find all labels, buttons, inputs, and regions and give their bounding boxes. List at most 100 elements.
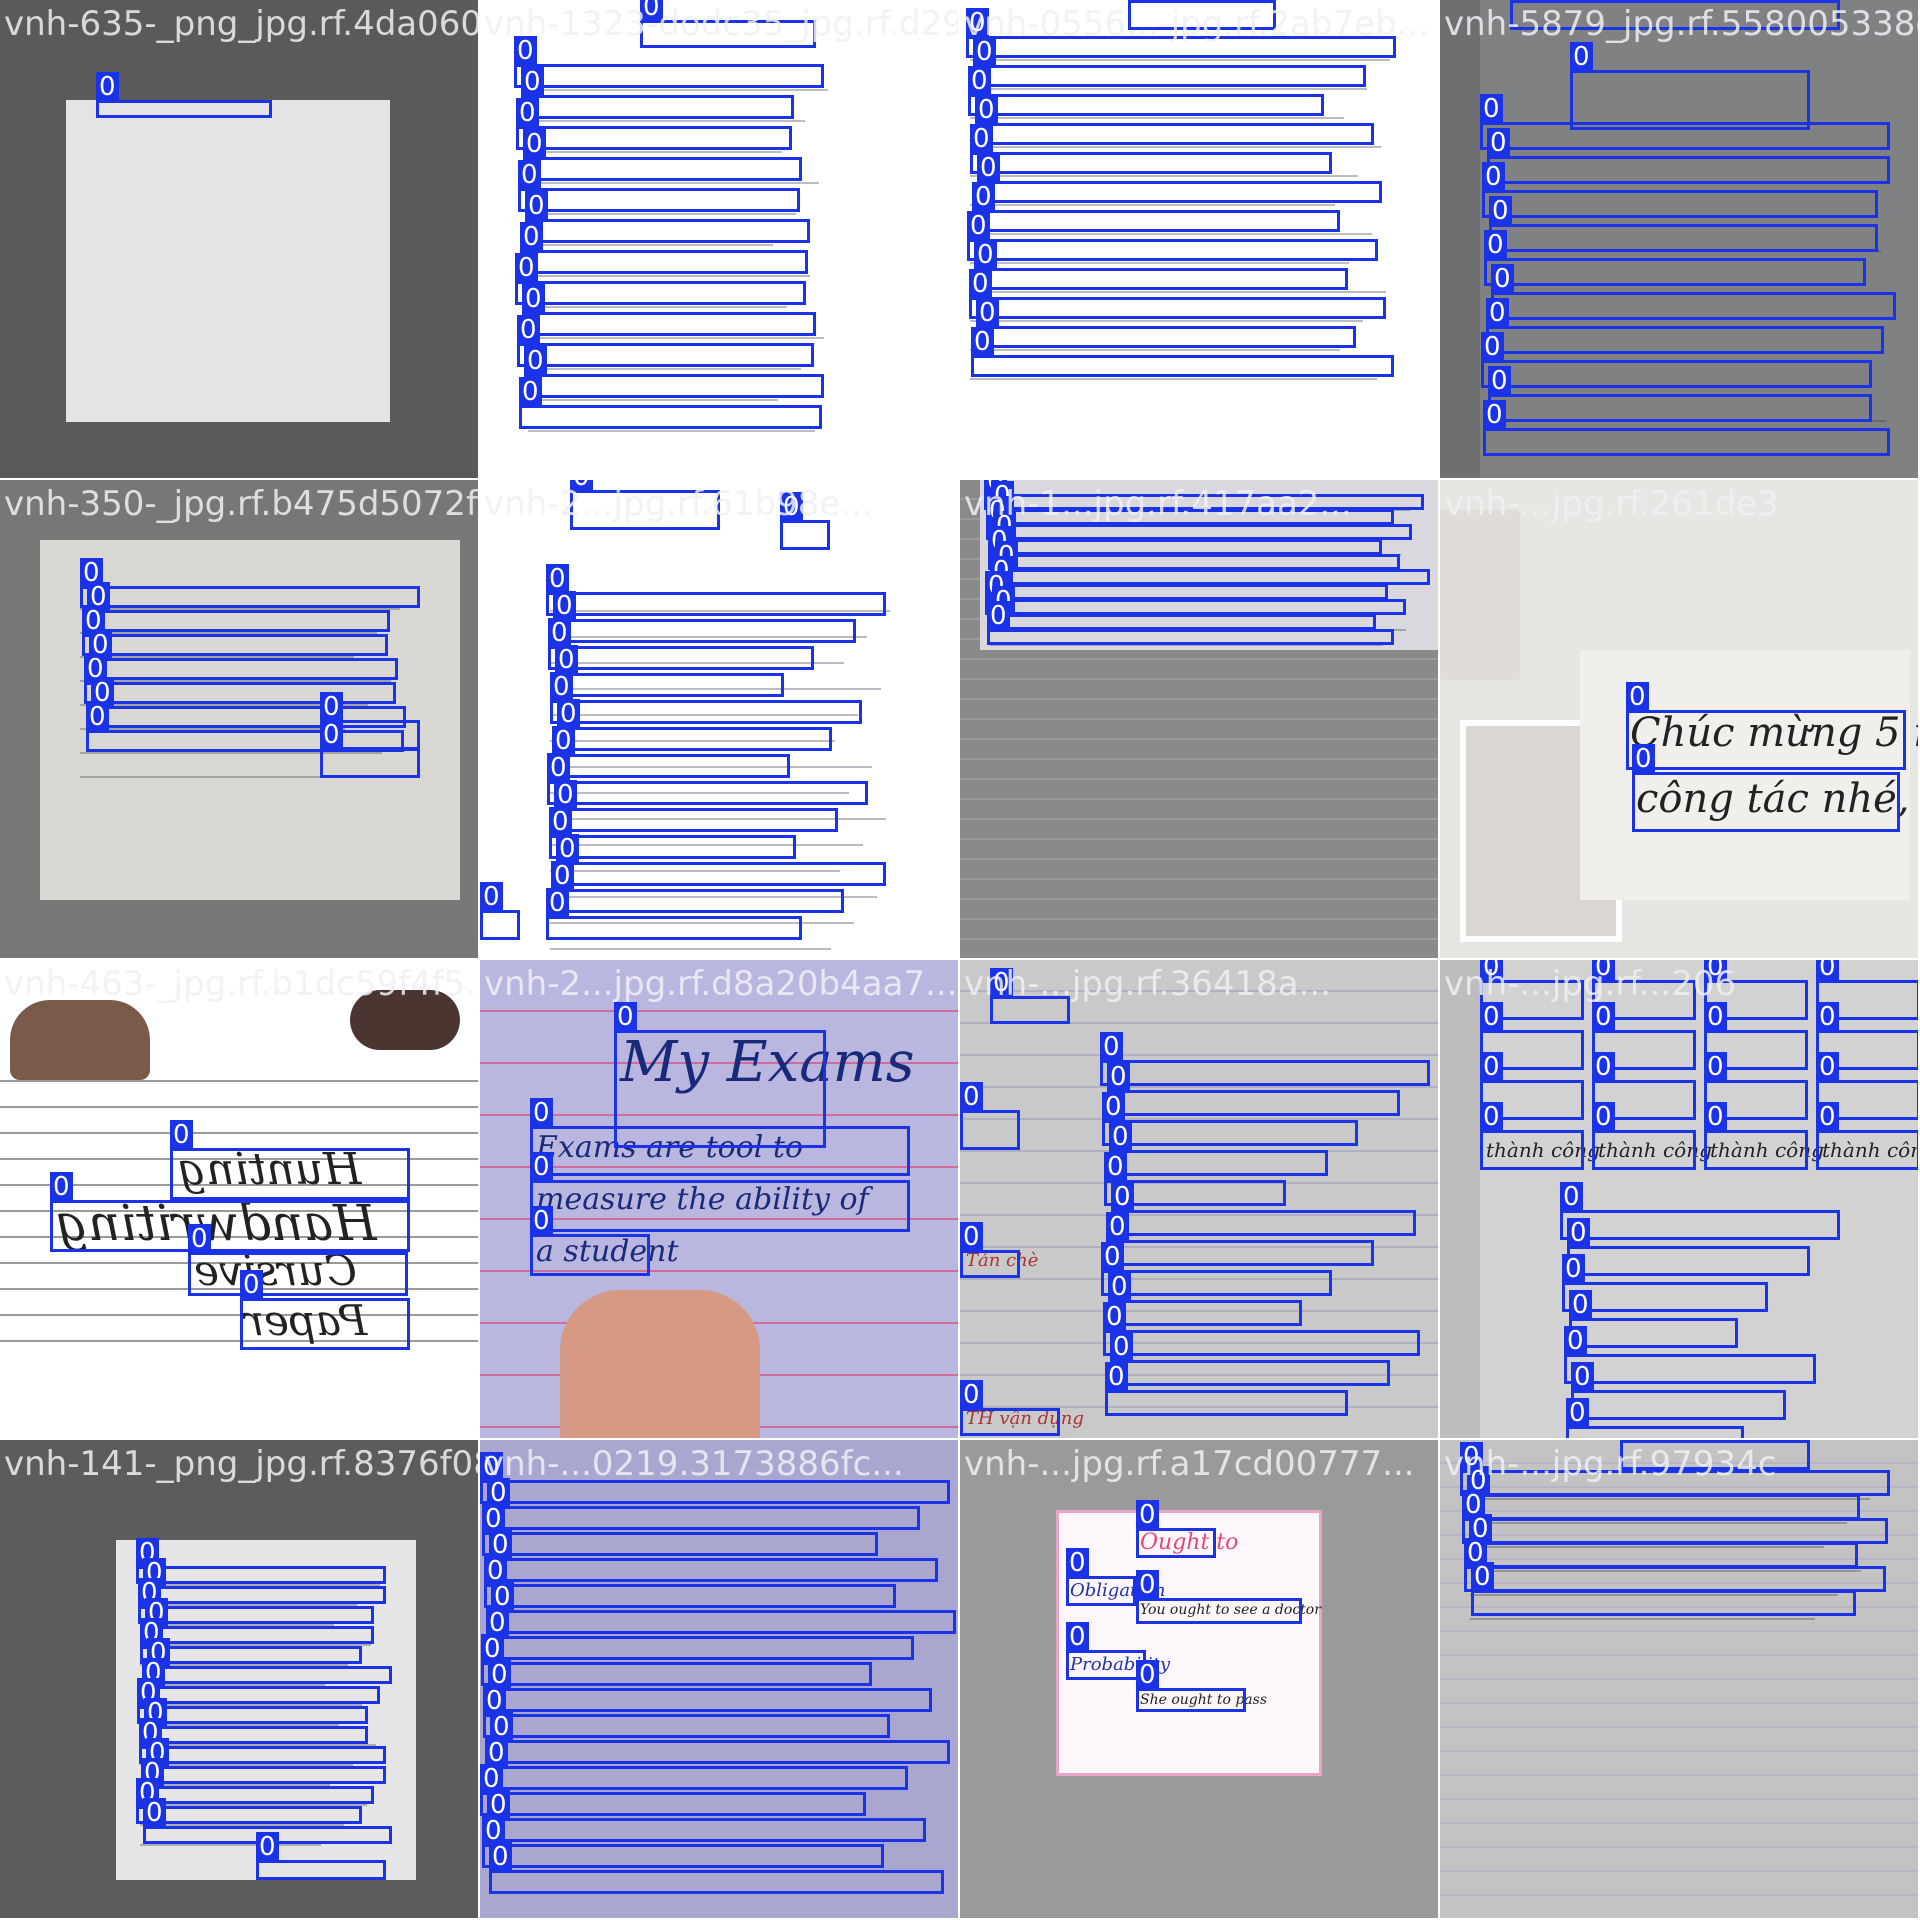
class-label: 0 <box>547 753 570 783</box>
bounding-box <box>546 592 886 616</box>
bounding-box <box>142 1686 380 1704</box>
class-label: 0 <box>1484 230 1507 260</box>
bounding-box <box>1111 1210 1416 1236</box>
bounding-box <box>1103 1330 1420 1356</box>
tile-filename: vnh-...jpg.rf...206 <box>1444 964 1737 1004</box>
class-label: 0 <box>1108 1272 1131 1302</box>
bounding-box <box>552 754 790 778</box>
bounding-box <box>1567 1246 1810 1276</box>
bounding-box <box>170 1148 410 1200</box>
sample-tile: vnh-...0219.3173886fc... 0 0 0 0 0 0 0 0 0 0 0 0 0 0 0 0 <box>480 1440 958 1918</box>
class-label: 0 <box>1110 1332 1133 1362</box>
bounding-box <box>487 1506 920 1530</box>
class-label: 0 <box>553 591 576 621</box>
bounding-box <box>988 554 1400 570</box>
bounding-box <box>975 123 1374 145</box>
bounding-box <box>548 646 814 670</box>
class-label: 0 <box>969 269 992 299</box>
class-label: 0 <box>530 1206 553 1236</box>
tile-filename: vnh-1...jpg.rf.417aa2... <box>964 484 1352 524</box>
bounding-box <box>1109 1150 1328 1176</box>
tile-filename: vnh-...jpg.rf.36418a... <box>964 964 1332 1004</box>
bounding-box <box>1570 70 1810 130</box>
class-label: 0 <box>50 1172 73 1202</box>
class-label: 0 <box>1571 1362 1594 1392</box>
bounding-box <box>1108 1300 1302 1326</box>
sample-tile: vnh-0556...-jpg.rf.2ab7eb... 0 0 0 0 0 0 0 0 0 0 0 0… <box>960 0 1438 478</box>
class-label: 0 <box>555 645 578 675</box>
tile-filename: vnh-...jpg.rf.a17cd00777... <box>964 1444 1415 1484</box>
bounding-box <box>487 1818 926 1842</box>
bounding-box <box>969 297 1386 319</box>
tile-filename: vnh-463-_jpg.rf.b1dc59f4f5... <box>4 964 478 1004</box>
bounding-box <box>520 250 808 274</box>
class-label: 0 <box>557 699 580 729</box>
bounding-box <box>1626 710 1906 770</box>
bounding-box <box>1480 122 1890 150</box>
bounding-box <box>140 1646 362 1664</box>
bounding-box <box>960 1250 1020 1278</box>
bounding-box <box>1482 190 1878 218</box>
class-label: 0 <box>515 253 538 283</box>
class-label: 0 <box>519 377 542 407</box>
bounding-box <box>1101 1270 1332 1296</box>
bounding-box <box>141 1786 374 1804</box>
class-label: 0 <box>1488 366 1511 396</box>
bounding-box <box>486 1636 914 1660</box>
bounding-box <box>480 910 520 940</box>
bounding-box <box>82 634 388 656</box>
class-label: 0 <box>1816 1002 1839 1032</box>
class-label: 0 <box>1136 1500 1159 1530</box>
bounding-box <box>188 1252 408 1296</box>
bounding-box <box>556 862 886 886</box>
class-label: 0 <box>518 160 541 190</box>
class-label: 0 <box>1489 196 1512 226</box>
paper-sheet <box>66 100 390 422</box>
class-label: 0 <box>1480 1052 1503 1082</box>
class-label: 0 <box>550 672 573 702</box>
class-label: 0 <box>1111 1182 1134 1212</box>
bounding-box <box>143 1586 386 1604</box>
bounding-box <box>970 152 1332 174</box>
class-label: 0 <box>1626 682 1649 712</box>
bounding-box <box>977 181 1382 203</box>
class-label: 0 <box>1592 1102 1615 1132</box>
bounding-box <box>960 1110 1020 1150</box>
bounding-box <box>484 1584 896 1608</box>
class-label: 0 <box>971 327 994 357</box>
class-label: 0 <box>1816 1102 1839 1132</box>
bounding-box <box>1486 326 1884 354</box>
class-label: 0 <box>1632 744 1655 774</box>
bounding-box <box>547 781 868 805</box>
bounding-box <box>524 374 824 398</box>
class-label: 0 <box>1480 94 1503 124</box>
class-label: 0 <box>530 1098 553 1128</box>
bounding-box <box>1562 1282 1768 1312</box>
class-label: 0 <box>960 1082 983 1112</box>
bounding-box <box>985 599 1406 615</box>
bounding-box <box>1110 1360 1390 1386</box>
bounding-box <box>968 94 1324 116</box>
bounding-box <box>974 268 1348 290</box>
bounding-box <box>1487 156 1890 184</box>
sample-tile: vnh-...jpg.rf.a17cd00777... Ought to Oblig… <box>960 1440 1438 1918</box>
bounding-box <box>525 219 810 243</box>
bounding-box <box>96 100 272 118</box>
bounding-box <box>523 157 802 181</box>
class-label: 0 <box>530 1152 553 1182</box>
bounding-box <box>89 658 398 680</box>
bounding-box <box>84 682 396 704</box>
class-label: 0 <box>1106 1212 1129 1242</box>
class-label: 0 <box>516 98 539 128</box>
class-label: 0 <box>1136 1570 1159 1600</box>
bounding-box <box>1704 1130 1808 1170</box>
bounding-box <box>1066 1650 1146 1680</box>
bounding-box <box>1107 1090 1400 1116</box>
bounding-box <box>1569 1318 1738 1348</box>
ruled-line <box>0 1106 478 1108</box>
class-label: 0 <box>554 780 577 810</box>
bounding-box <box>490 1740 950 1764</box>
class-label: 0 <box>1471 1562 1494 1592</box>
bounding-box <box>522 312 816 336</box>
bounding-box <box>960 1408 1060 1436</box>
